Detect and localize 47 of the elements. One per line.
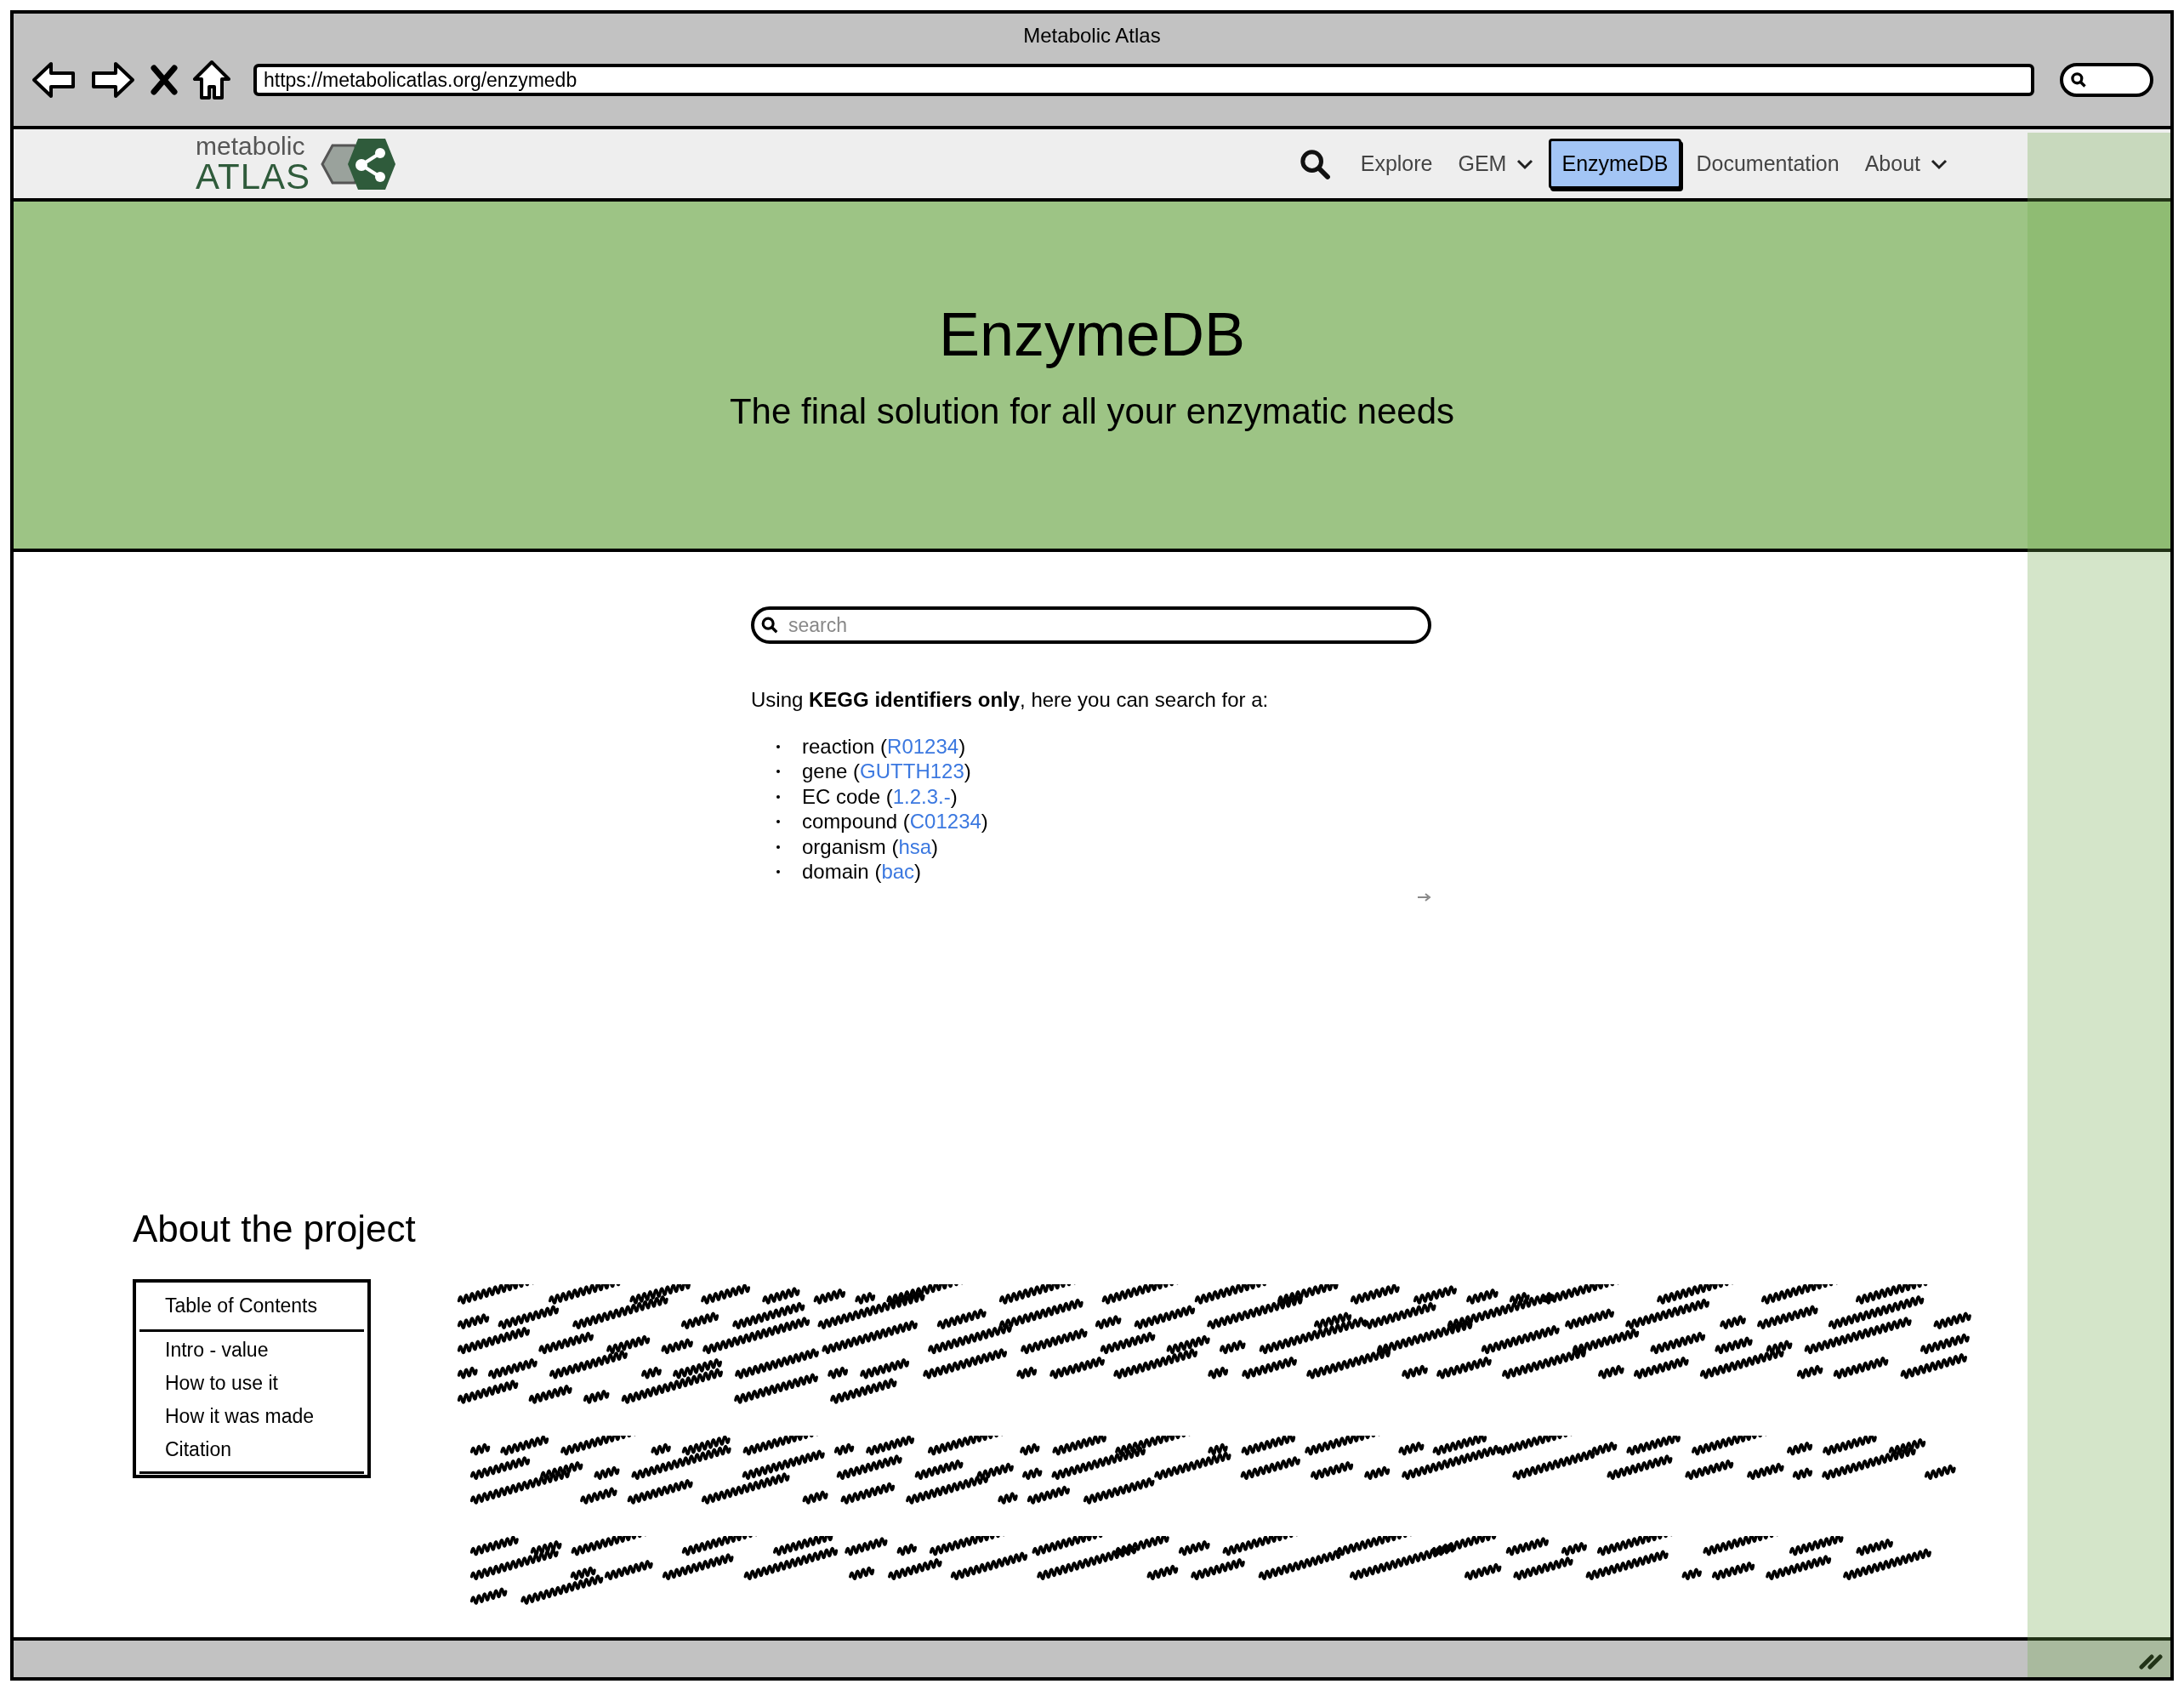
example-item: EC code (1.2.3.-): [802, 783, 958, 810]
url-field[interactable]: https://metabolicatlas.org/enzymedb: [253, 64, 2034, 96]
back-arrow-icon[interactable]: [31, 60, 77, 100]
section-heading: About the project: [133, 1207, 417, 1251]
example-link[interactable]: C01234: [909, 810, 981, 833]
search-field[interactable]: search: [751, 606, 1431, 644]
nav-link[interactable]: EnzymeDB: [1549, 138, 1681, 190]
example-item: reaction (R01234): [802, 733, 966, 760]
search-icon: [760, 616, 779, 634]
nav-dropdown[interactable]: GEM: [1447, 140, 1544, 187]
example-item: domain (bac): [802, 859, 922, 885]
logo[interactable]: metabolic ATLAS: [196, 133, 400, 195]
bullet-icon: [776, 845, 780, 849]
example-link[interactable]: bac: [881, 860, 915, 884]
bullet-icon: [776, 820, 780, 824]
hero-subtitle: The final solution for all your enzymatic needs: [729, 394, 1455, 430]
example-link[interactable]: GUTTH123: [860, 760, 964, 783]
close-icon[interactable]: [150, 64, 179, 96]
example-link[interactable]: 1.2.3.-: [892, 784, 951, 808]
nav-link[interactable]: Documentation: [1686, 140, 1850, 187]
toc-item[interactable]: How to use it: [165, 1369, 338, 1397]
chevron-down-icon: [1516, 157, 1534, 170]
example-link[interactable]: R01234: [887, 734, 959, 758]
chevron-down-icon: [1931, 157, 1948, 170]
bullet-icon: [776, 794, 780, 799]
browser-search-field[interactable]: [2060, 63, 2153, 97]
bullet-icon: [776, 870, 780, 874]
arrow-icon: [1418, 893, 1431, 902]
forward-arrow-icon[interactable]: [90, 60, 136, 100]
example-link[interactable]: hsa: [898, 834, 932, 858]
logo-text: metabolic: [196, 133, 306, 159]
nav-link[interactable]: Explore: [1350, 140, 1443, 187]
nav-dropdown[interactable]: About: [1854, 140, 1958, 187]
search-icon: [2070, 71, 2087, 88]
toc-item[interactable]: How it was made: [165, 1402, 338, 1430]
home-icon[interactable]: [192, 60, 231, 100]
bullet-icon: [776, 770, 780, 774]
toc-title: Table of Contents: [139, 1291, 364, 1332]
example-item: organism (hsa): [802, 833, 939, 860]
logo-text: ATLAS: [196, 158, 311, 195]
toc-item[interactable]: Intro - value: [165, 1336, 338, 1363]
window-title: Metabolic Atlas: [1023, 23, 1161, 48]
example-item: compound (C01234): [802, 809, 988, 835]
example-item: gene (GUTTH123): [802, 759, 971, 785]
intro-text: Using KEGG identifiers only, here you can search for a:: [751, 687, 1270, 713]
toc-item[interactable]: Citation: [165, 1436, 338, 1463]
bullet-icon: [776, 744, 780, 748]
